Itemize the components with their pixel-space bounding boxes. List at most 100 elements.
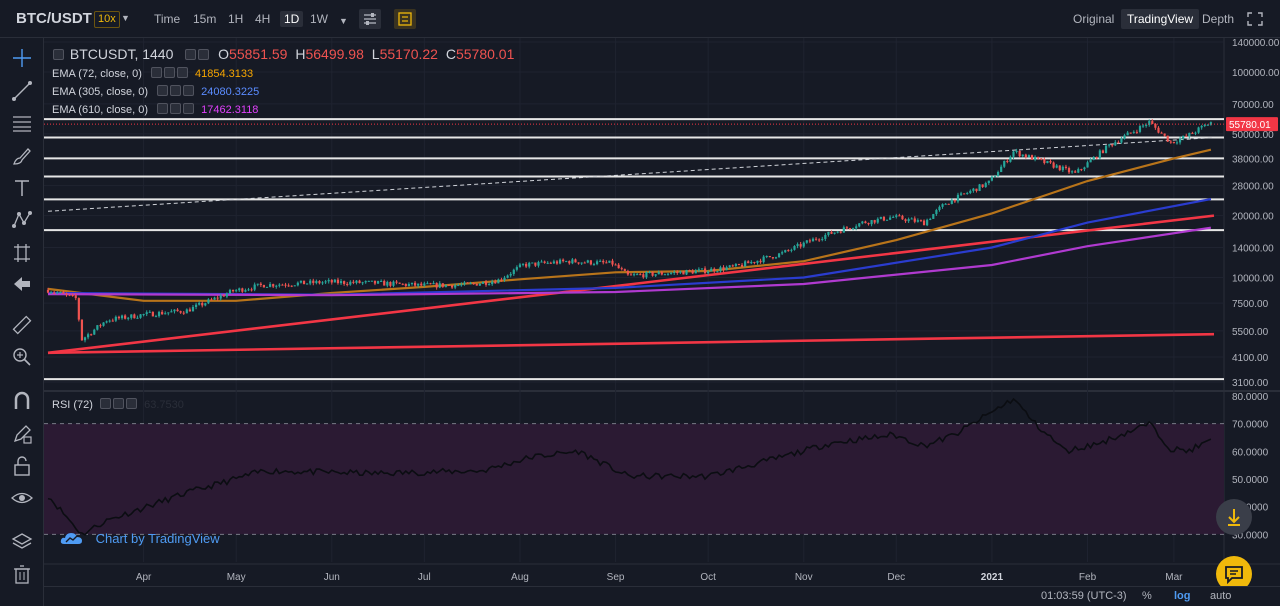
- tab-15m[interactable]: 15m: [193, 11, 216, 27]
- candle-body: [525, 263, 528, 267]
- magnet-icon[interactable]: [10, 389, 34, 413]
- candle-body: [506, 275, 509, 278]
- indicators-settings-icon[interactable]: [359, 9, 381, 29]
- tab-4h[interactable]: 4H: [255, 11, 270, 27]
- percent-scale-toggle[interactable]: %: [1142, 590, 1152, 602]
- candle-body: [959, 193, 963, 195]
- candle-body: [1092, 156, 1095, 160]
- candle-body: [716, 271, 719, 273]
- chart-type-icon[interactable]: [394, 9, 416, 29]
- layers-icon[interactable]: [10, 530, 34, 554]
- timeframe-more-chevron-icon[interactable]: ▼: [339, 13, 348, 29]
- candle-body: [432, 282, 435, 285]
- leverage-badge[interactable]: 10x: [94, 11, 120, 28]
- rsi-tick-label: 50.0000: [1232, 475, 1269, 486]
- lock-icon[interactable]: [10, 454, 34, 478]
- candle-body: [953, 199, 956, 202]
- ema305-close-icon[interactable]: [183, 85, 195, 96]
- pattern-icon[interactable]: [10, 208, 34, 232]
- candle-body: [441, 283, 444, 287]
- trash-icon[interactable]: [10, 562, 34, 586]
- candle-body: [1104, 145, 1108, 153]
- trendline-icon[interactable]: [10, 79, 34, 103]
- log-scale-toggle[interactable]: log: [1174, 590, 1191, 602]
- candle-body: [194, 304, 198, 307]
- tab-1h[interactable]: 1H: [228, 11, 243, 27]
- clock-readout[interactable]: 01:03:59 (UTC-3): [1041, 590, 1127, 602]
- legend-toggle-icon[interactable]: [53, 49, 64, 60]
- price-chart[interactable]: 140000.00 100000.00 70000.00 50000.00 38000.…: [44, 38, 1280, 586]
- candle-body: [861, 221, 864, 224]
- candle-body: [935, 210, 938, 215]
- time-tick-label: Dec: [887, 572, 905, 583]
- tab-1d[interactable]: 1D: [280, 11, 304, 27]
- ema610-eye-icon[interactable]: [157, 103, 169, 114]
- candle-body: [963, 193, 966, 195]
- candle-body: [805, 240, 808, 243]
- fullscreen-icon[interactable]: [1244, 9, 1266, 29]
- ema610-settings-icon[interactable]: [170, 103, 182, 114]
- candle-body: [830, 231, 833, 234]
- tab-time[interactable]: Time: [154, 11, 180, 27]
- candle-body: [77, 298, 80, 320]
- candle-body: [383, 280, 386, 286]
- candle-body: [814, 238, 818, 240]
- candle-body: [737, 264, 741, 266]
- candle-body: [71, 294, 74, 296]
- candle-body: [380, 280, 383, 282]
- symbol-title[interactable]: BTC/USDT: [16, 10, 92, 27]
- candle-body: [1055, 165, 1058, 168]
- rsi-tick-label: 60.0000: [1232, 447, 1269, 458]
- ema72-settings-icon[interactable]: [163, 67, 175, 78]
- text-icon[interactable]: [10, 176, 34, 200]
- candle-body: [568, 261, 571, 264]
- download-button[interactable]: [1216, 499, 1252, 535]
- time-tick-label: Sep: [607, 572, 625, 583]
- legend-settings-icon[interactable]: [198, 49, 210, 60]
- candle-body: [182, 312, 185, 314]
- auto-scale-toggle[interactable]: auto: [1210, 590, 1231, 602]
- view-tradingview[interactable]: TradingView: [1121, 9, 1200, 29]
- ema72-close-icon[interactable]: [176, 67, 188, 78]
- rsi-settings-icon[interactable]: [113, 398, 125, 409]
- candle-body: [80, 319, 84, 341]
- crosshair-icon[interactable]: [10, 46, 34, 70]
- high-key: H: [295, 46, 306, 62]
- lock-drawings-pencil-icon[interactable]: [10, 422, 34, 446]
- ruler-icon[interactable]: [10, 313, 34, 337]
- candle-body: [944, 203, 947, 205]
- candle-body: [1185, 135, 1188, 137]
- arrow-left-icon[interactable]: [10, 272, 34, 296]
- ema305-eye-icon[interactable]: [157, 85, 169, 96]
- view-depth[interactable]: Depth: [1202, 9, 1234, 29]
- fib-lines-icon[interactable]: [10, 111, 34, 135]
- candle-body: [901, 215, 904, 220]
- price-tick-label: 5500.00: [1232, 327, 1269, 338]
- ema72-eye-icon[interactable]: [150, 67, 162, 78]
- candle-body: [885, 219, 889, 221]
- view-original[interactable]: Original: [1073, 9, 1114, 29]
- eye-icon[interactable]: [10, 486, 34, 510]
- brush-icon[interactable]: [10, 144, 34, 168]
- tab-1w[interactable]: 1W: [310, 11, 328, 27]
- tradingview-credit[interactable]: Chart by TradingView: [60, 530, 220, 546]
- candle-body: [259, 283, 262, 285]
- candle-body: [389, 281, 392, 286]
- candle-body: [534, 262, 537, 266]
- chevron-down-icon[interactable]: ▼: [121, 13, 130, 23]
- candle-body: [1108, 144, 1111, 146]
- rsi-eye-icon[interactable]: [100, 398, 112, 409]
- price-tick-label: 7500.00: [1232, 299, 1269, 310]
- ema305-settings-icon[interactable]: [170, 85, 182, 96]
- zoom-in-icon[interactable]: [10, 345, 34, 369]
- candle-body: [707, 271, 710, 274]
- rsi-tick-label: 70.0000: [1232, 420, 1269, 431]
- legend-eye-icon[interactable]: [185, 49, 197, 60]
- rsi-close-icon[interactable]: [126, 398, 138, 409]
- ema610-close-icon[interactable]: [183, 103, 195, 114]
- candle-body: [781, 252, 784, 254]
- prediction-icon[interactable]: [10, 241, 34, 265]
- candle-body: [1160, 132, 1163, 134]
- candle-body: [49, 292, 53, 294]
- candle-body: [1018, 150, 1021, 157]
